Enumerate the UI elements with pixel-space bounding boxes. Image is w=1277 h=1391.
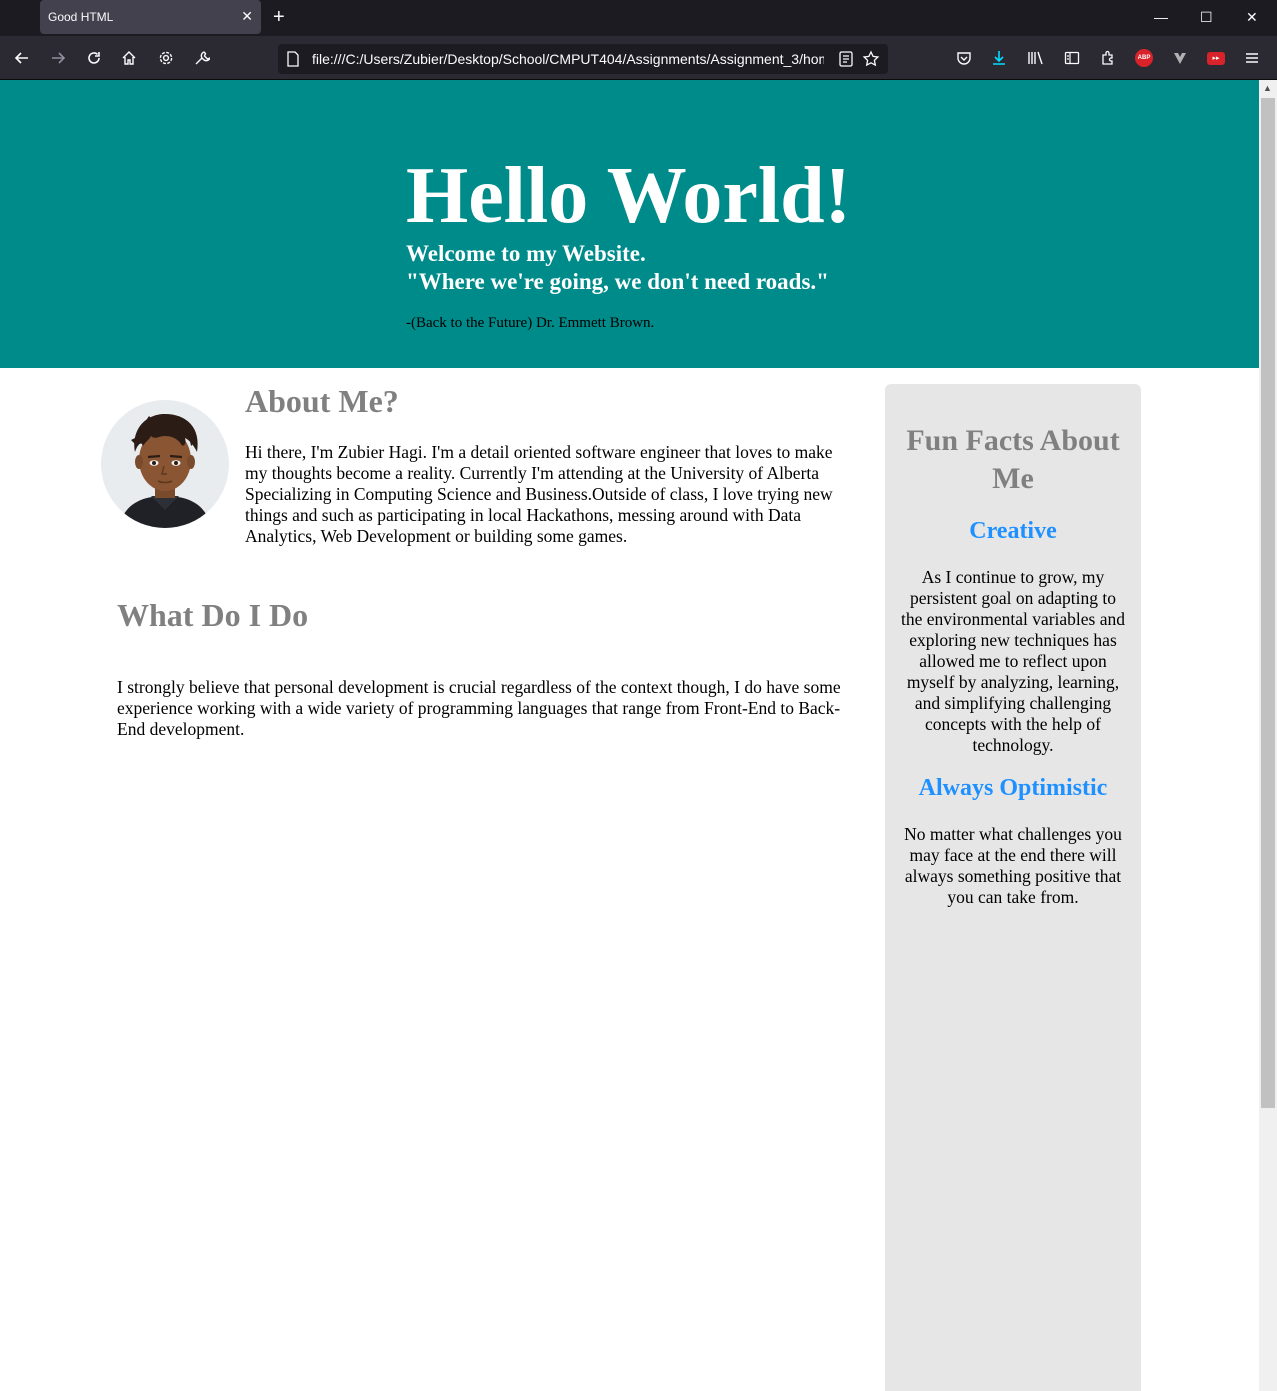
navigation-toolbar: file:///C:/Users/Zubier/Desktop/School/C… <box>0 36 1277 80</box>
quote-source: -(Back to the Future) Dr. Emmett Brown. <box>406 315 655 331</box>
back-icon[interactable] <box>13 49 31 67</box>
downloads-icon[interactable] <box>990 49 1008 67</box>
settings-icon[interactable] <box>157 49 175 67</box>
fact-text-creative: As I continue to grow, my persistent goa… <box>901 567 1126 755</box>
avatar <box>101 400 229 528</box>
reload-icon[interactable] <box>85 49 103 67</box>
minimize-icon[interactable]: — <box>1154 8 1168 26</box>
hero-banner: Hello World! Welcome to my Website. "Whe… <box>0 80 1259 368</box>
tab-close-icon[interactable]: ✕ <box>241 8 253 24</box>
menu-icon[interactable] <box>1243 49 1261 67</box>
maximize-icon[interactable]: ☐ <box>1200 8 1213 26</box>
home-icon[interactable] <box>120 49 138 67</box>
fun-facts-sidebar: Fun Facts About Me Creative As I continu… <box>885 384 1141 1391</box>
fun-facts-heading: Fun Facts About Me <box>906 424 1120 495</box>
fact-text-optimistic: No matter what challenges you may face a… <box>904 824 1122 907</box>
scroll-up-icon[interactable]: ▲ <box>1263 83 1272 93</box>
about-me-text: Hi there, I'm Zubier Hagi. I'm a detail … <box>245 442 833 546</box>
adblock-plus-label: ABP <box>1135 49 1153 67</box>
page-viewport: Hello World! Welcome to my Website. "Whe… <box>0 80 1259 1391</box>
what-do-i-do-text: I strongly believe that personal develop… <box>117 677 841 739</box>
scrollbar-thumb[interactable] <box>1261 98 1275 1108</box>
hero-title: Hello World! <box>406 152 852 240</box>
url-text[interactable]: file:///C:/Users/Zubier/Desktop/School/C… <box>312 51 824 67</box>
about-me-heading: About Me? <box>245 383 399 419</box>
new-tab-icon[interactable]: + <box>273 6 285 28</box>
fact-title-creative: Creative <box>969 518 1057 544</box>
hero-subtitle: Welcome to my Website. <box>406 241 646 266</box>
tab-title: Good HTML <box>48 10 114 24</box>
tab-bar: Good HTML ✕ + — ☐ ✕ <box>0 0 1277 36</box>
bookmark-star-icon[interactable] <box>862 50 880 73</box>
adblock-plus-icon[interactable]: ABP <box>1135 49 1153 67</box>
window-close-icon[interactable]: ✕ <box>1246 8 1258 26</box>
reader-view-icon[interactable] <box>838 50 854 73</box>
sidebar-icon[interactable] <box>1063 49 1081 67</box>
pocket-icon[interactable] <box>955 49 973 67</box>
library-icon[interactable] <box>1027 49 1045 67</box>
browser-tab[interactable]: Good HTML ✕ <box>40 0 261 34</box>
fact-title-optimistic: Always Optimistic <box>918 775 1108 801</box>
extensions-icon[interactable] <box>1099 49 1117 67</box>
what-do-i-do-heading: What Do I Do <box>117 597 309 633</box>
page-icon <box>286 51 300 72</box>
wrench-icon[interactable] <box>193 49 211 67</box>
url-bar[interactable]: file:///C:/Users/Zubier/Desktop/School/C… <box>278 44 888 74</box>
hero-quote: "Where we're going, we don't need roads.… <box>406 269 829 294</box>
youtube-extension-icon[interactable]: ▸▸ <box>1207 49 1225 67</box>
hero-content: Hello World! Welcome to my Website. "Whe… <box>406 152 851 332</box>
vertical-scrollbar[interactable]: ▲ <box>1259 80 1277 1391</box>
forward-icon[interactable] <box>49 49 67 67</box>
vivaldi-v-icon[interactable] <box>1171 49 1189 67</box>
